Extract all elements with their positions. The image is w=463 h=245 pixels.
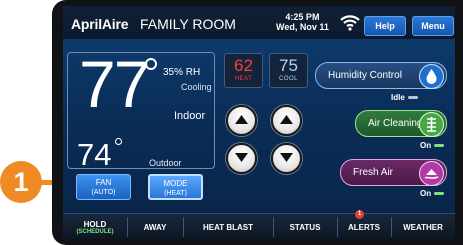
outdoor-label: Outdoor	[149, 158, 182, 168]
air-cleaning-button[interactable]: Air Cleaning	[355, 110, 447, 137]
callout-number-badge: 1	[0, 161, 42, 203]
menu-button[interactable]: Menu	[412, 16, 454, 36]
fresh-air-label: Fresh Air	[353, 167, 394, 178]
header-bar: AprilAire FAMILY ROOM 4:25 PM Wed, Nov 1…	[63, 6, 455, 39]
heat-setpoint-value: 62	[234, 56, 253, 75]
nav-divider	[183, 217, 184, 237]
fresh-air-icon	[419, 161, 444, 186]
tab-away[interactable]: AWAY	[129, 214, 181, 239]
water-drop-icon	[419, 64, 444, 89]
arrow-up-icon	[280, 115, 293, 124]
tab-alerts-label: ALERTS	[348, 222, 380, 232]
alerts-count-badge: 1	[355, 210, 364, 219]
tab-heat-blast-label: HEAT BLAST	[202, 222, 254, 232]
system-status: Cooling	[181, 82, 212, 92]
air-cleaning-label: Air Cleaning	[368, 118, 423, 129]
status-led	[434, 192, 445, 196]
mode-button[interactable]: MODE (HEAT)	[148, 174, 203, 200]
air-cleaning-state-text: On	[420, 141, 432, 150]
tab-status[interactable]: STATUS	[275, 214, 335, 239]
fan-button[interactable]: FAN (AUTO)	[76, 174, 131, 200]
humidity-control-state-text: Idle	[391, 93, 405, 102]
status-led	[434, 144, 445, 148]
wifi-icon	[339, 13, 361, 36]
thermostat-screen: AprilAire FAMILY ROOM 4:25 PM Wed, Nov 1…	[63, 6, 455, 239]
indoor-humidity: 35% RH	[163, 67, 201, 78]
bottom-nav: HOLD (SCHEDULE) AWAY HEAT BLAST STATUS A…	[63, 213, 455, 239]
tab-hold[interactable]: HOLD (SCHEDULE)	[67, 214, 123, 239]
tab-heat-blast[interactable]: HEAT BLAST	[185, 214, 271, 239]
nav-divider	[337, 217, 338, 237]
fresh-air-button[interactable]: Fresh Air	[340, 159, 447, 186]
status-led	[407, 96, 418, 100]
clock: 4:25 PM Wed, Nov 11	[276, 12, 329, 32]
heat-up-button[interactable]	[226, 105, 257, 136]
cool-setpoint-label: COOL	[278, 76, 298, 82]
nav-divider	[391, 217, 392, 237]
fresh-air-state: On	[420, 189, 445, 198]
clock-time: 4:25 PM	[285, 12, 320, 22]
mode-value: (HEAT)	[164, 190, 187, 197]
heat-setpoint[interactable]: 62 HEAT	[224, 53, 263, 88]
indoor-label: Indoor	[174, 110, 206, 122]
nav-divider	[273, 217, 274, 237]
cool-setpoint[interactable]: 75 COOL	[269, 53, 308, 88]
heat-down-button[interactable]	[226, 143, 257, 174]
help-button[interactable]: Help	[364, 16, 406, 36]
humidity-control-state: Idle	[391, 93, 418, 102]
outdoor-temperature: 74	[77, 137, 112, 172]
tab-weather-label: WEATHER	[403, 222, 443, 232]
fan-value: (AUTO)	[91, 189, 116, 196]
fan-label: FAN	[95, 178, 112, 187]
clock-date: Wed, Nov 11	[276, 22, 329, 32]
heat-setpoint-label: HEAT	[234, 76, 253, 82]
degree-symbol-icon	[145, 58, 157, 70]
tab-hold-sub: (SCHEDULE)	[76, 228, 114, 235]
nav-divider	[127, 217, 128, 237]
cool-setpoint-value: 75	[279, 56, 298, 75]
tab-status-label: STATUS	[289, 222, 321, 232]
room-name: FAMILY ROOM	[140, 16, 236, 32]
humidity-control-label: Humidity Control	[328, 70, 402, 81]
brand-logo: AprilAire	[71, 16, 129, 32]
humidity-control-button[interactable]: Humidity Control	[315, 62, 447, 89]
air-filter-icon	[419, 112, 444, 137]
degree-symbol-icon	[115, 138, 122, 145]
air-cleaning-state: On	[420, 141, 445, 150]
tab-hold-label: HOLD	[83, 219, 107, 229]
fresh-air-state-text: On	[420, 189, 432, 198]
arrow-down-icon	[235, 153, 248, 162]
cool-up-button[interactable]	[271, 105, 302, 136]
tab-weather[interactable]: WEATHER	[393, 214, 453, 239]
tab-alerts[interactable]: ALERTS	[339, 214, 389, 239]
mode-label: MODE	[163, 179, 188, 188]
tab-away-label: AWAY	[143, 222, 167, 232]
arrow-up-icon	[235, 115, 248, 124]
cool-down-button[interactable]	[271, 143, 302, 174]
arrow-down-icon	[280, 153, 293, 162]
indoor-temperature: 77	[79, 47, 150, 121]
